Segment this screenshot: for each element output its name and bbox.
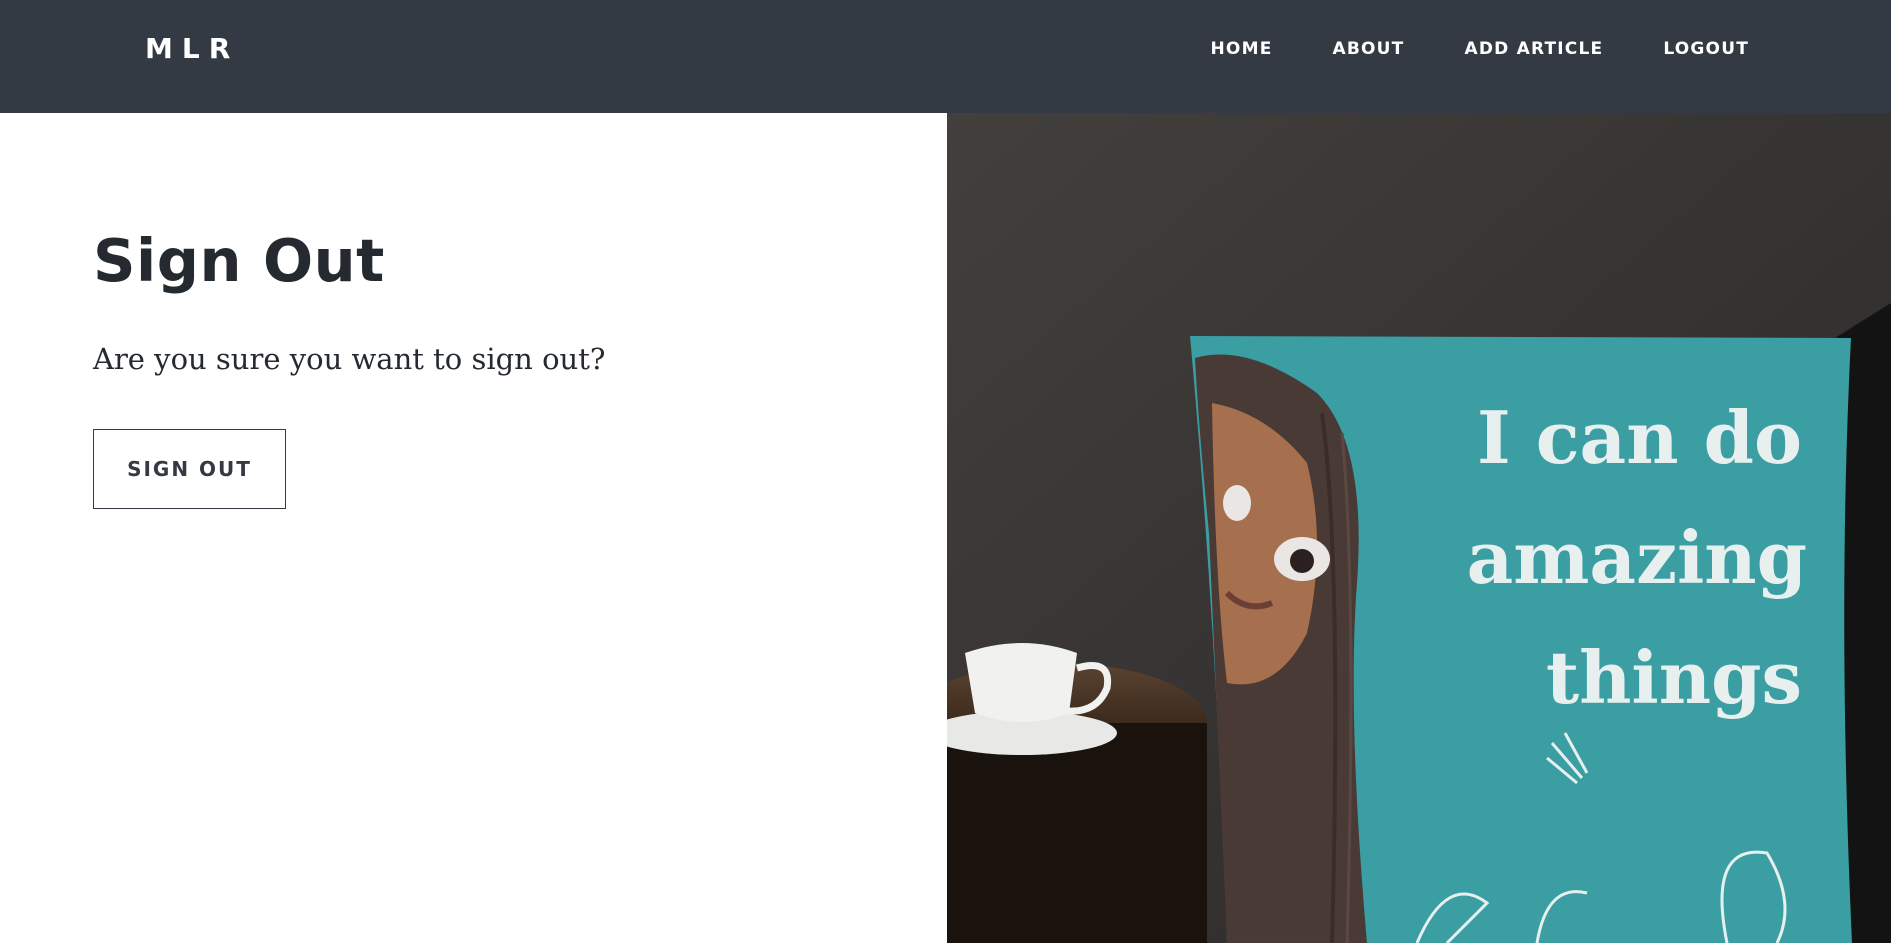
brand-logo[interactable]: MLR bbox=[145, 32, 239, 65]
pillow-text-line-3: things bbox=[1546, 635, 1802, 720]
hero-image: I can do amazing things bbox=[947, 113, 1891, 943]
pillow-text-line-2: amazing bbox=[1467, 515, 1807, 600]
nav-link-add-article[interactable]: ADD ARTICLE bbox=[1464, 39, 1603, 59]
confirm-message: Are you sure you want to sign out? bbox=[93, 342, 606, 376]
nav-link-logout[interactable]: LOGOUT bbox=[1663, 39, 1749, 59]
nav-links: HOME ABOUT ADD ARTICLE LOGOUT bbox=[1151, 39, 1750, 59]
nav-link-home[interactable]: HOME bbox=[1211, 39, 1273, 59]
sign-out-button[interactable]: SIGN OUT bbox=[93, 429, 286, 509]
pillow-text-line-1: I can do bbox=[1477, 395, 1802, 480]
nav-link-about[interactable]: ABOUT bbox=[1333, 39, 1405, 59]
page-title: Sign Out bbox=[93, 226, 385, 295]
pillow-photo: I can do amazing things bbox=[947, 113, 1891, 943]
sign-out-panel: Sign Out Are you sure you want to sign o… bbox=[0, 113, 947, 943]
top-navbar: MLR HOME ABOUT ADD ARTICLE LOGOUT bbox=[0, 0, 1891, 113]
